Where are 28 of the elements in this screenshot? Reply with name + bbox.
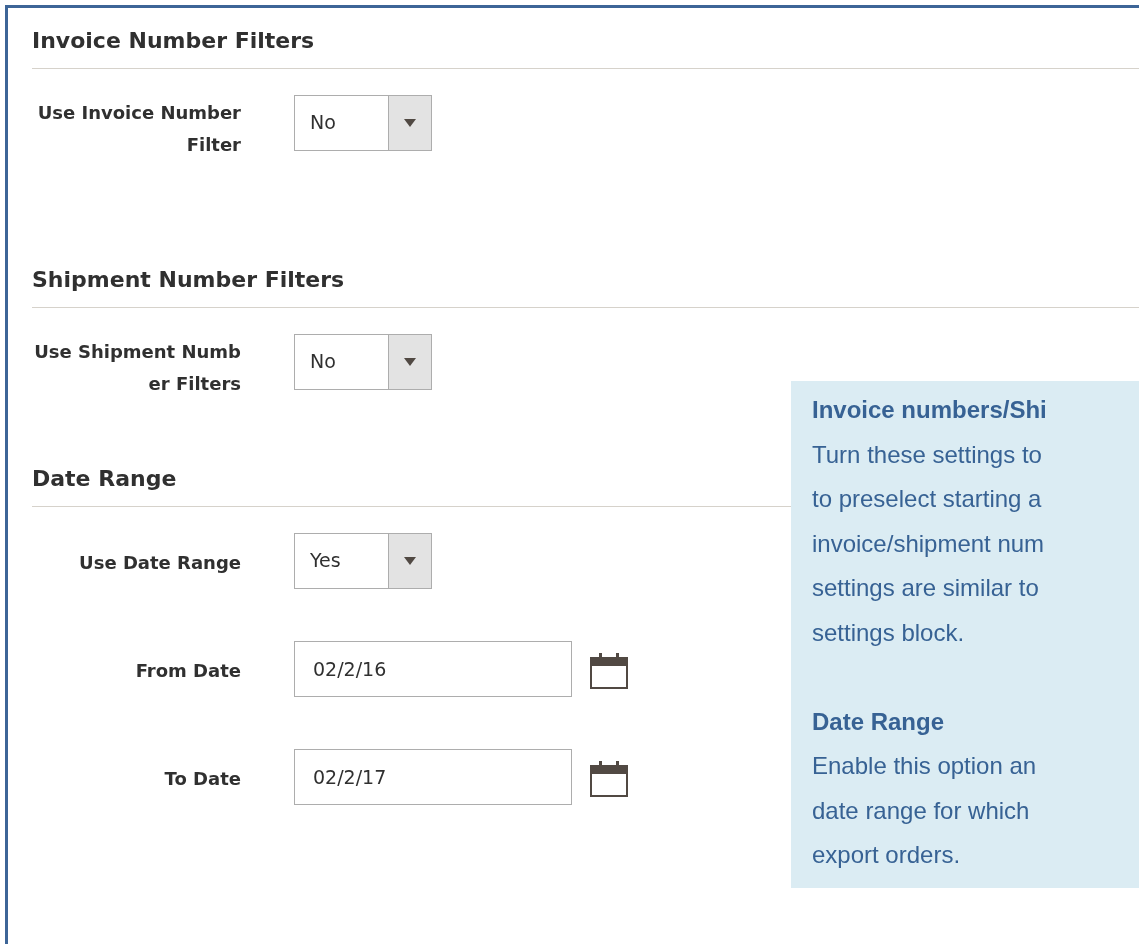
caret-icon [404,557,416,565]
callout-heading: Date Range [812,706,945,737]
field-label: Use Date Range [78,551,241,575]
callout-text: date range for which [812,795,1030,826]
section-heading: Invoice Number Filters [32,26,316,55]
callout-text: Turn these settings to [812,439,1042,470]
field-label: Use Invoice NumberFilter [36,101,241,157]
callout-heading: Invoice numbers/Shi [812,395,1047,425]
caret-icon [404,358,416,366]
calendar-icon[interactable] [590,653,628,689]
calendar-icon[interactable] [590,761,628,797]
section-heading: Date Range [32,464,178,493]
callout-text: to preselect starting a [812,484,1042,514]
callout-text: export orders. [812,840,961,870]
dropdown[interactable]: No [294,334,432,390]
field-label: From Date [134,659,241,683]
date-field[interactable]: 02/2/16 [294,641,572,697]
callout-text: invoice/shipment num [812,528,1045,559]
section-heading: Shipment Number Filters [32,265,346,294]
dropdown[interactable]: No [294,95,432,151]
caret-icon [404,119,416,127]
field-label: To Date [163,767,241,791]
date-field[interactable]: 02/2/17 [294,749,572,805]
field-label: Use Shipment Number Filters [33,340,241,396]
dropdown[interactable]: Yes [294,533,432,589]
callout-text: settings block. [812,617,965,648]
callout-text: settings are similar to [812,573,1039,603]
callout-text: Enable this option an [812,751,1037,781]
